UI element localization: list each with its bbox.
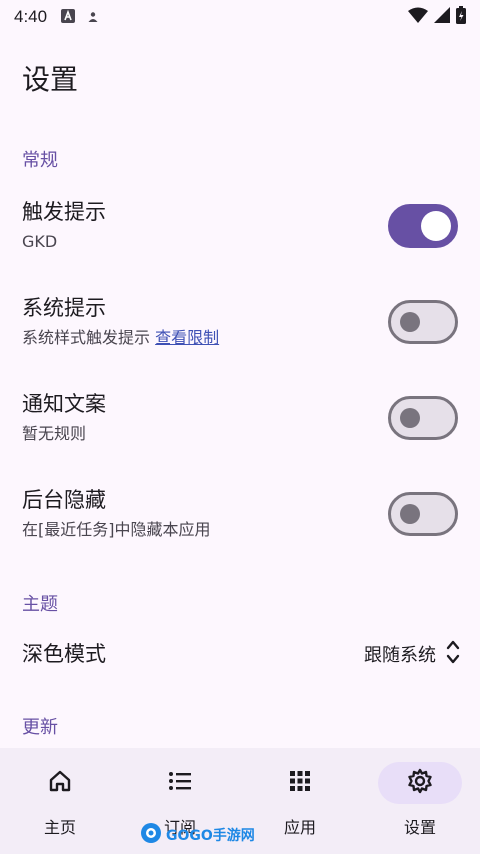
apps-grid-icon (287, 768, 313, 798)
switch-thumb (400, 312, 420, 332)
setting-subtitle-text: 系统样式触发提示 (22, 328, 151, 347)
section-header-update: 更新 (22, 717, 58, 738)
nav-label: 设置 (403, 818, 436, 837)
section-header-general: 常规 (22, 150, 58, 171)
nav-label: 主页 (43, 818, 76, 837)
switch-thumb (421, 211, 451, 241)
watermark-logo-icon (140, 822, 162, 848)
switch-thumb (400, 408, 420, 428)
system-tip-switch[interactable] (388, 300, 458, 344)
dark-mode-label: 深色模式 (22, 642, 106, 666)
wifi-icon (408, 7, 428, 27)
status-time: 4:40 (14, 7, 48, 26)
background-hide-switch[interactable] (388, 492, 458, 536)
section-header-theme: 主题 (22, 594, 58, 615)
notify-copy-switch[interactable] (388, 396, 458, 440)
trigger-tip-switch[interactable] (388, 204, 458, 248)
setting-system-tip[interactable]: 系统提示 系统样式触发提示 查看限制 (22, 294, 460, 354)
status-bar: 4:40 (0, 0, 480, 34)
setting-background-hide[interactable]: 后台隐藏 在[最近任务]中隐藏本应用 (22, 486, 460, 546)
signal-icon (434, 7, 450, 27)
setting-notify-copy[interactable]: 通知文案 暂无规则 (22, 390, 460, 450)
unfold-more-icon (446, 639, 460, 670)
nav-item-settings[interactable]: 设置 (360, 748, 480, 854)
nav-label: 应用 (283, 818, 316, 837)
settings-gear-icon (406, 767, 434, 799)
view-limits-link[interactable]: 查看限制 (155, 328, 219, 347)
switch-thumb (400, 504, 420, 524)
home-icon (47, 768, 73, 798)
app-notification-icon (61, 8, 76, 27)
nav-item-home[interactable]: 主页 (0, 748, 120, 854)
nav-item-apps[interactable]: 应用 (240, 748, 360, 854)
list-icon (167, 768, 193, 798)
user-notification-icon (87, 8, 99, 27)
battery-icon (456, 6, 466, 28)
watermark-text: GOGO手游网 (166, 828, 255, 844)
watermark: GOGO手游网 (140, 822, 255, 848)
dark-mode-select[interactable]: 跟随系统 (364, 639, 460, 670)
dark-mode-row[interactable]: 深色模式 跟随系统 (22, 634, 460, 674)
dark-mode-value: 跟随系统 (364, 645, 436, 666)
setting-trigger-tip[interactable]: 触发提示 GKD (22, 198, 460, 258)
page-title: 设置 (22, 63, 79, 96)
